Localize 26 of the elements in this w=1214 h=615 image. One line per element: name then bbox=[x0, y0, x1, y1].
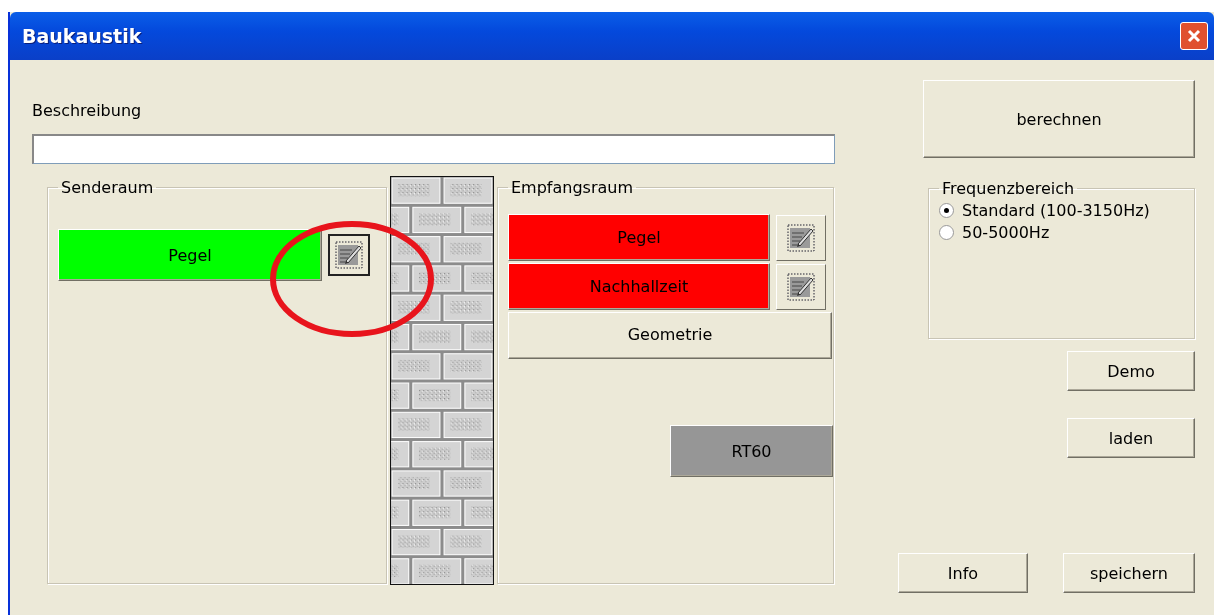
window-title: Baukaustik bbox=[22, 25, 142, 47]
radio-button[interactable] bbox=[939, 225, 954, 240]
group-title: Senderaum bbox=[60, 178, 155, 197]
description-field[interactable] bbox=[32, 134, 835, 164]
edit-button[interactable] bbox=[328, 234, 370, 276]
group-title: Empfangsraum bbox=[510, 178, 635, 197]
bottom-button[interactable]: Info bbox=[898, 553, 1028, 593]
room-button[interactable]: Nachhallzeit bbox=[508, 263, 770, 310]
side-button[interactable]: laden bbox=[1067, 418, 1195, 458]
radio-label[interactable]: 50-5000Hz bbox=[962, 223, 1050, 242]
edit-icon bbox=[786, 271, 816, 302]
radio-button[interactable] bbox=[939, 203, 954, 218]
description-label: Beschreibung bbox=[32, 101, 142, 120]
side-button[interactable]: Demo bbox=[1067, 351, 1195, 391]
edit-icon bbox=[334, 240, 364, 270]
radio-label[interactable]: Standard (100-3150Hz) bbox=[962, 201, 1150, 220]
close-button[interactable] bbox=[1180, 22, 1208, 50]
bottom-button[interactable]: speichern bbox=[1063, 553, 1195, 593]
room-button[interactable]: Geometrie bbox=[508, 312, 832, 359]
rt60-button[interactable]: RT60 bbox=[670, 425, 833, 477]
calculate-button[interactable]: berechnen bbox=[923, 80, 1195, 158]
room-button[interactable]: Pegel bbox=[508, 214, 770, 261]
group-title: Frequenzbereich bbox=[941, 179, 1076, 198]
level-button[interactable]: Pegel bbox=[58, 229, 322, 281]
edit-icon bbox=[786, 222, 816, 253]
close-icon bbox=[1186, 28, 1202, 44]
